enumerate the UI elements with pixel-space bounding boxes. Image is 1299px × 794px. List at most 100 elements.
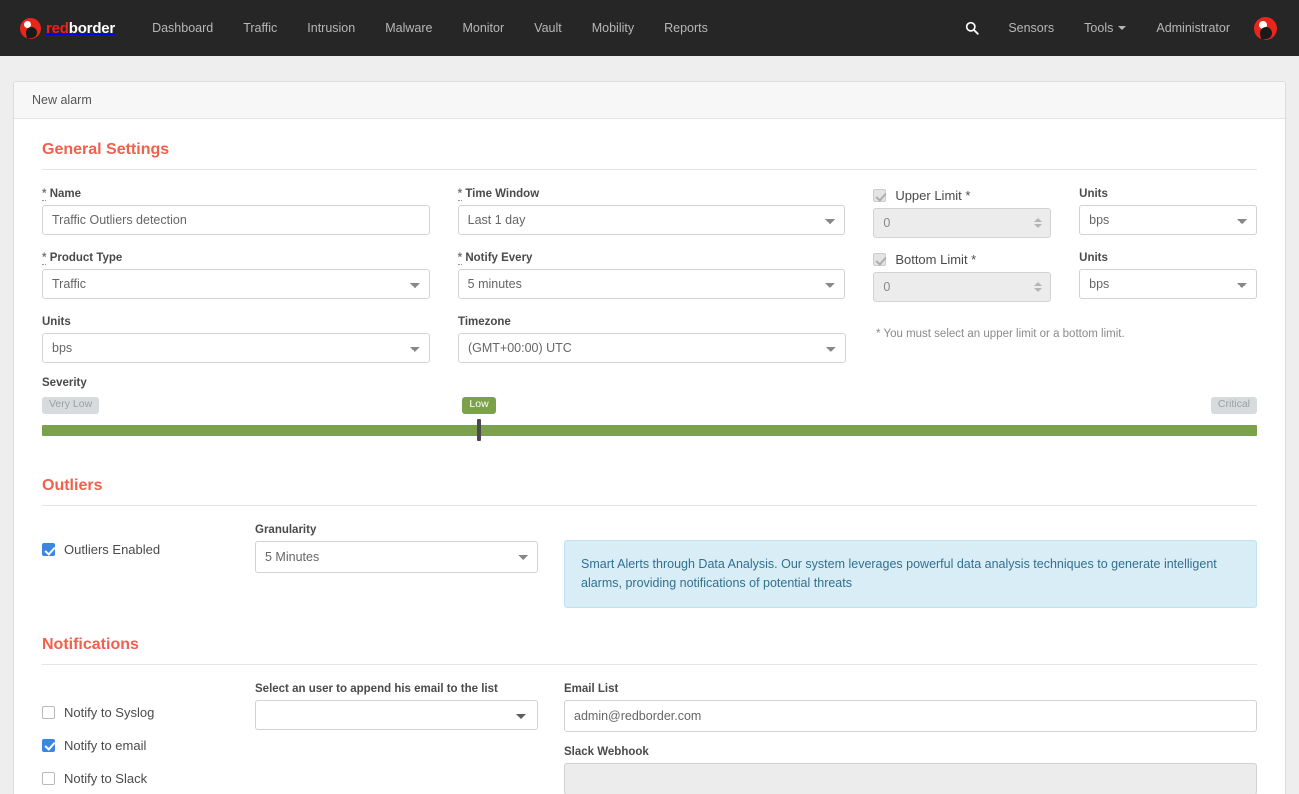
- nav-item-mobility[interactable]: Mobility: [577, 16, 649, 41]
- notify-slack-checkbox[interactable]: [42, 771, 55, 785]
- top-navbar: redborder Dashboard Traffic Intrusion Ma…: [0, 0, 1299, 56]
- upper-limit-label: Upper Limit *: [895, 188, 971, 203]
- severity-slider[interactable]: Very Low Low Critical: [42, 397, 1257, 449]
- nav-item-tools[interactable]: Tools: [1069, 16, 1141, 41]
- product-type-required-mark: *: [42, 252, 47, 265]
- notification-targets-group: Email List Slack Webhook: [564, 683, 1257, 794]
- time-window-required-mark: *: [457, 188, 463, 201]
- nav-item-malware[interactable]: Malware: [370, 16, 447, 41]
- name-label-text: Name: [49, 188, 82, 200]
- granularity-label: Granularity: [255, 524, 317, 536]
- outliers-enabled-row[interactable]: Outliers Enabled: [42, 542, 255, 557]
- nav-item-intrusion[interactable]: Intrusion: [292, 16, 370, 41]
- bottom-limit-input-wrap: [873, 272, 1052, 302]
- severity-handle[interactable]: [477, 419, 482, 441]
- bottom-limit-checkbox-row[interactable]: Bottom Limit *: [873, 252, 1051, 267]
- units-left-field-group: Units bps: [42, 316, 430, 363]
- brand-text-white: border: [68, 19, 116, 37]
- nav-item-tools-label: Tools: [1084, 20, 1114, 35]
- outliers-row: Outliers Enabled Granularity 5 Minutes S…: [42, 524, 1257, 608]
- nav-item-dashboard[interactable]: Dashboard: [137, 16, 228, 41]
- section-divider: [42, 505, 1257, 506]
- slack-webhook-label: Slack Webhook: [564, 745, 649, 758]
- severity-group: Severity Very Low Low Critical: [42, 377, 1257, 449]
- notifications-row: Notify to Syslog Notify to email Notify …: [42, 683, 1257, 794]
- user-avatar-icon[interactable]: [1254, 16, 1277, 40]
- nav-item-monitor[interactable]: Monitor: [447, 16, 519, 41]
- outliers-enabled-group: Outliers Enabled: [42, 524, 255, 562]
- notification-checkbox-group: Notify to Syslog Notify to email Notify …: [42, 683, 255, 791]
- outliers-info-wrap: Smart Alerts through Data Analysis. Our …: [564, 524, 1257, 608]
- notify-every-label: * Notify Every: [457, 252, 846, 265]
- nav-item-traffic[interactable]: Traffic: [228, 16, 292, 41]
- units-left-select[interactable]: bps: [42, 333, 430, 363]
- nav-item-administrator[interactable]: Administrator: [1141, 16, 1245, 41]
- email-list-group: Email List: [564, 683, 1257, 732]
- user-select-dropdown[interactable]: [255, 699, 538, 730]
- slack-webhook-input[interactable]: [564, 762, 1257, 794]
- nav-item-reports[interactable]: Reports: [649, 16, 723, 41]
- limits-hint-wrap: * You must select an upper limit or a bo…: [874, 316, 1257, 363]
- product-type-select[interactable]: Traffic: [42, 269, 430, 299]
- granularity-select[interactable]: 5 Minutes: [255, 541, 538, 573]
- general-row-1: * Name * Time Window Last 1 day Upper Li…: [42, 188, 1257, 238]
- units-left-label: Units: [42, 316, 71, 328]
- name-input[interactable]: [42, 205, 430, 235]
- notify-syslog-label: Notify to Syslog: [64, 704, 155, 720]
- email-list-input[interactable]: [564, 699, 1257, 732]
- time-window-field-group: * Time Window Last 1 day: [457, 188, 846, 238]
- user-select-group: Select an user to append his email to th…: [255, 683, 538, 730]
- upper-limit-field-group: Upper Limit *: [873, 188, 1052, 238]
- severity-min-badge: Very Low: [42, 397, 100, 414]
- nav-item-sensors[interactable]: Sensors: [993, 16, 1069, 41]
- chevron-down-icon: [1118, 26, 1127, 31]
- limits-hint: * You must select an upper limit or a bo…: [876, 328, 1125, 340]
- upper-limit-units-group: Units bps: [1079, 188, 1257, 238]
- nav-item-vault[interactable]: Vault: [519, 16, 577, 41]
- timezone-select[interactable]: (GMT+00:00) UTC: [458, 333, 846, 363]
- upper-limit-checkbox[interactable]: [873, 189, 887, 202]
- name-label: * Name: [42, 188, 430, 201]
- panel-title: New alarm: [14, 82, 1285, 119]
- granularity-field-group: Granularity 5 Minutes: [255, 524, 538, 573]
- severity-max-badge: Critical: [1210, 397, 1257, 414]
- upper-limit-input[interactable]: [873, 208, 1052, 238]
- notify-slack-row[interactable]: Notify to Slack: [42, 771, 255, 786]
- timezone-field-group: Timezone (GMT+00:00) UTC: [458, 316, 846, 363]
- email-list-label: Email List: [564, 682, 619, 695]
- user-select-label: Select an user to append his email to th…: [255, 682, 498, 695]
- brand-wordmark: redborder: [46, 20, 115, 37]
- bottom-limit-units-label: Units: [1079, 252, 1108, 264]
- upper-limit-units-label: Units: [1079, 188, 1108, 200]
- panel-body: General Settings * Name * Time Window La…: [14, 119, 1285, 794]
- notify-syslog-checkbox[interactable]: [42, 705, 55, 719]
- search-icon[interactable]: [951, 15, 993, 41]
- upper-limit-checkbox-row[interactable]: Upper Limit *: [873, 188, 1051, 203]
- notify-syslog-row[interactable]: Notify to Syslog: [42, 705, 255, 720]
- bottom-limit-checkbox[interactable]: [873, 253, 887, 266]
- notify-email-checkbox[interactable]: [42, 738, 55, 752]
- notifications-heading: Notifications: [42, 635, 139, 653]
- product-type-label: * Product Type: [42, 252, 430, 265]
- severity-track[interactable]: [42, 425, 1257, 436]
- time-window-select[interactable]: Last 1 day: [457, 205, 846, 235]
- time-window-label-text: Time Window: [465, 188, 540, 200]
- brand-text-red: red: [46, 19, 69, 37]
- severity-badges: Very Low Low Critical: [42, 397, 1257, 415]
- upper-limit-input-wrap: [873, 208, 1052, 238]
- bottom-limit-field-group: Bottom Limit *: [873, 252, 1052, 302]
- brand-logo-link[interactable]: redborder: [20, 17, 115, 39]
- notify-email-row[interactable]: Notify to email: [42, 738, 255, 753]
- general-settings-heading: General Settings: [42, 141, 170, 158]
- section-divider: [42, 663, 1257, 665]
- product-type-label-text: Product Type: [49, 252, 123, 264]
- outliers-enabled-checkbox[interactable]: [42, 543, 55, 556]
- bottom-limit-input[interactable]: [873, 272, 1052, 302]
- notify-every-select[interactable]: 5 minutes: [457, 269, 846, 299]
- severity-label: Severity: [42, 377, 87, 389]
- notify-email-label: Notify to email: [64, 737, 147, 753]
- outliers-heading: Outliers: [42, 477, 103, 494]
- upper-limit-units-select[interactable]: bps: [1079, 205, 1257, 235]
- bottom-limit-units-select[interactable]: bps: [1079, 269, 1257, 299]
- severity-current-badge: Low: [462, 397, 496, 414]
